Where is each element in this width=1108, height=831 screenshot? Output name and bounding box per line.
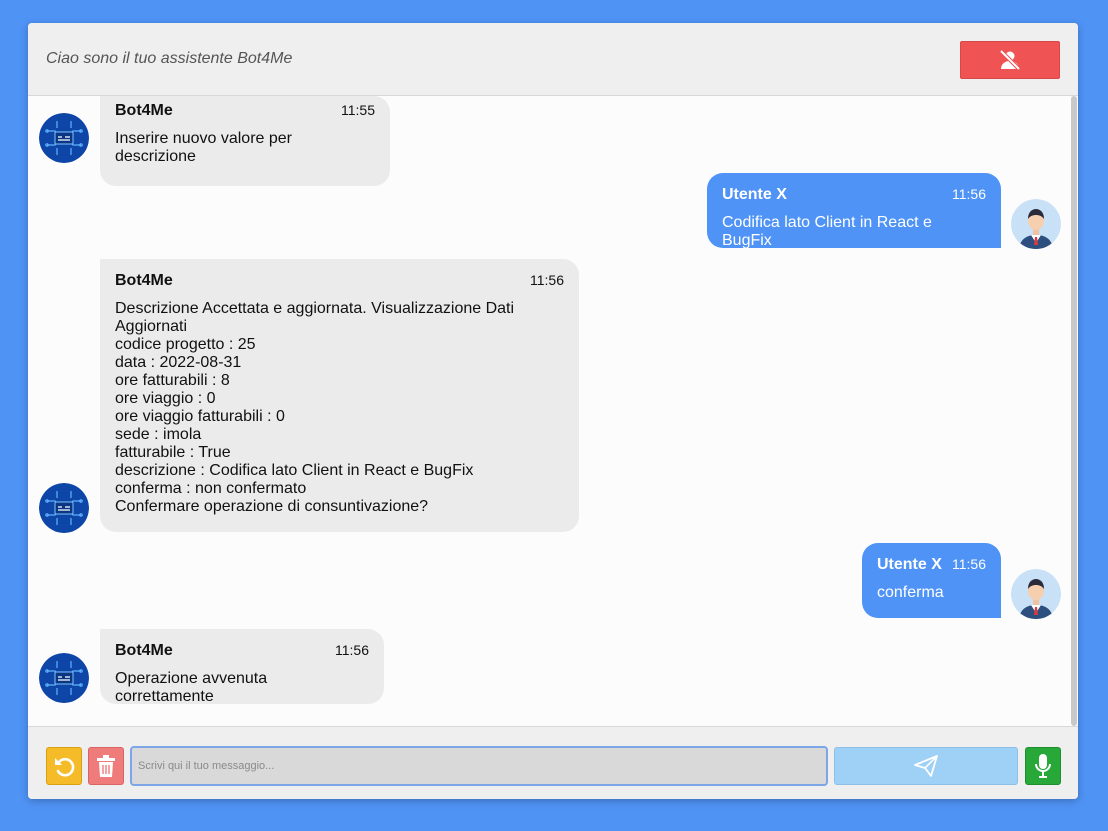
microphone-button[interactable]: [1025, 747, 1061, 785]
delete-button[interactable]: [88, 747, 124, 785]
scrollbar-thumb[interactable]: [1071, 96, 1077, 726]
message-time: 11:56: [952, 186, 986, 202]
message-sender: Utente X: [722, 186, 787, 203]
message-sender: Bot4Me: [115, 272, 173, 289]
message-text: conferma: [877, 584, 944, 601]
message-text: conferma : non confermato: [115, 480, 307, 497]
undo-icon: [55, 757, 75, 777]
message-text: ore viaggio fatturabili : 0: [115, 408, 285, 425]
user-avatar: [1011, 199, 1061, 249]
bot-logo-icon: [39, 653, 89, 703]
send-icon: [914, 755, 938, 777]
message-text: Operazione avvenuta correttamente: [115, 670, 268, 705]
message-text: ore viaggio : 0: [115, 390, 216, 407]
message-text: Inserire nuovo valore per descrizione: [115, 130, 292, 165]
message-text: Codifica lato Client in React e BugFix: [722, 214, 932, 249]
message-list[interactable]: Bot4Me 11:55 Inserire nuovo valore per d…: [28, 96, 1078, 726]
bot-avatar: [39, 483, 89, 533]
message-input[interactable]: [130, 746, 828, 786]
chat-footer: [28, 726, 1078, 799]
user-avatar-icon: [1011, 199, 1061, 249]
trash-icon: [97, 755, 115, 777]
message-text: Aggiornati: [115, 318, 188, 335]
message-time: 11:56: [530, 272, 564, 288]
undo-button[interactable]: [46, 747, 82, 785]
message-text: ore fatturabili : 8: [115, 372, 230, 389]
mute-user-icon: [999, 50, 1021, 70]
message-text: Descrizione Accettata e aggiornata. Visu…: [115, 300, 515, 317]
send-button[interactable]: [834, 747, 1018, 785]
message-time: 11:56: [335, 642, 369, 658]
chat-window: Ciao sono il tuo assistente Bot4Me Bot4M…: [28, 23, 1078, 799]
message-text: Confermare operazione di consuntivazione…: [115, 498, 429, 515]
message-sender: Bot4Me: [115, 102, 173, 119]
message-text: sede : imola: [115, 426, 202, 443]
message-sender: Bot4Me: [115, 642, 173, 659]
bot-logo-icon: [39, 483, 89, 533]
user-message: Utente X 11:56 Codifica lato Client in R…: [707, 173, 1001, 249]
message-sender: Utente X: [877, 556, 942, 573]
message-text: data : 2022-08-31: [115, 354, 242, 371]
bot-logo-icon: [39, 113, 89, 163]
user-avatar: [1011, 569, 1061, 619]
message-text: descrizione : Codifica lato Client in Re…: [115, 462, 474, 479]
scrollbar[interactable]: [1070, 96, 1078, 726]
bot-message: Bot4Me 11:56 Operazione avvenuta corrett…: [100, 629, 384, 705]
bot-avatar: [39, 653, 89, 703]
chat-header: Ciao sono il tuo assistente Bot4Me: [28, 23, 1078, 96]
message-text: fatturabile : True: [115, 444, 231, 461]
user-avatar-icon: [1011, 569, 1061, 619]
bot-avatar: [39, 113, 89, 163]
message-time: 11:55: [341, 102, 375, 118]
bot-message: Bot4Me 11:55 Inserire nuovo valore per d…: [100, 96, 390, 186]
user-message: Utente X 11:56 conferma: [862, 543, 1001, 618]
bot-message: Bot4Me 11:56 Descrizione Accettata e agg…: [100, 259, 579, 532]
message-text: codice progetto : 25: [115, 336, 256, 353]
microphone-icon: [1035, 754, 1051, 778]
mute-button[interactable]: [960, 41, 1060, 79]
header-title: Ciao sono il tuo assistente Bot4Me: [46, 50, 293, 67]
message-time: 11:56: [952, 556, 986, 572]
